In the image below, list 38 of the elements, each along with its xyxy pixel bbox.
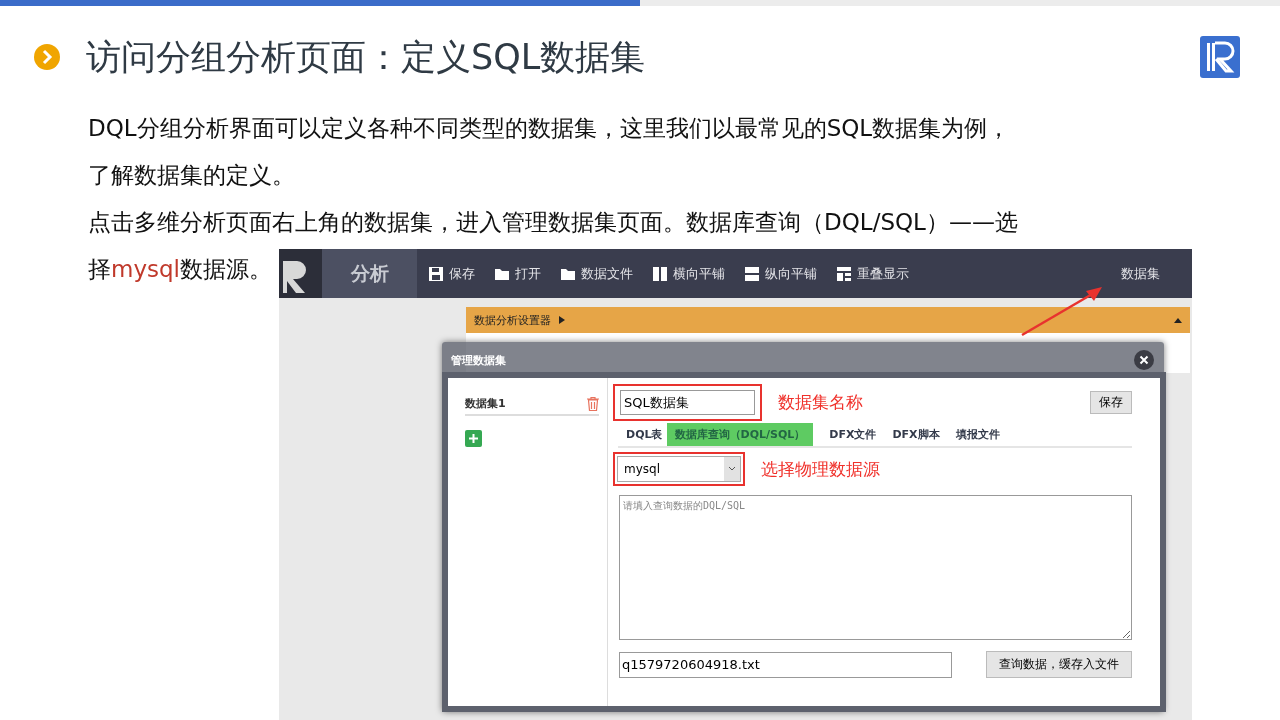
annotation-label: 选择物理数据源 bbox=[761, 457, 880, 481]
paragraph-line: DQL分组分析界面可以定义各种不同类型的数据集，这里我们以最常见的SQL数据集为例， bbox=[88, 114, 1012, 143]
dataset-item[interactable]: 数据集1 bbox=[465, 396, 599, 416]
query-textarea[interactable]: 请填入查询数据的DQL/SQL bbox=[619, 495, 1132, 640]
tab[interactable]: DFX脚本 bbox=[884, 423, 948, 446]
toolbar-button[interactable]: 打开 bbox=[494, 264, 541, 283]
paragraph-line: 点击多维分析页面右上角的数据集，进入管理数据集页面。数据库查询（DQL/SQL）——选 bbox=[88, 208, 1019, 237]
name-field[interactable]: SQL数据集 bbox=[620, 390, 755, 415]
r-logo-icon bbox=[1200, 36, 1240, 78]
paragraph-line: 了解数据集的定义。 bbox=[88, 161, 296, 190]
rows-icon bbox=[744, 265, 760, 282]
tab[interactable]: 填报文件 bbox=[947, 423, 1008, 446]
r-logo-icon bbox=[279, 249, 322, 298]
layout-icon bbox=[836, 265, 852, 282]
toolbar-button[interactable]: 纵向平铺 bbox=[744, 264, 817, 283]
settings-title: 数据分析设置器 bbox=[474, 312, 551, 328]
tab[interactable]: DFX文件 bbox=[821, 423, 885, 446]
toolbar-button[interactable]: 横向平铺 bbox=[652, 264, 725, 283]
toolbar-button[interactable]: 重叠显示 bbox=[836, 264, 909, 283]
toolbar-button[interactable]: 保存 bbox=[428, 264, 475, 283]
chevron-bullet-icon bbox=[34, 44, 60, 70]
trash-icon bbox=[587, 396, 599, 411]
module-tab[interactable]: 分析 bbox=[322, 249, 417, 298]
close-icon bbox=[1134, 350, 1154, 370]
file-name-field[interactable]: q1579720604918.txt bbox=[619, 651, 952, 678]
annotation-label: 数据集名称 bbox=[778, 391, 863, 414]
save-button[interactable]: 保存 bbox=[1090, 391, 1132, 414]
columns-icon bbox=[652, 265, 668, 282]
source-dropdown[interactable]: mysql bbox=[617, 456, 741, 482]
paragraph-line: 择mysql数据源。 bbox=[87, 255, 273, 284]
chevron-down-icon bbox=[724, 457, 740, 481]
slide-title: 访问分组分析页面：定义SQL数据集 bbox=[86, 35, 646, 79]
dataset-link[interactable]: 数据集 bbox=[1121, 264, 1160, 283]
query-button[interactable]: 查询数据，缓存入文件 bbox=[986, 651, 1132, 678]
caret-up-icon bbox=[1174, 317, 1182, 323]
add-icon bbox=[465, 430, 482, 447]
dialog-title: 管理数据集 bbox=[451, 352, 506, 368]
toolbar-button[interactable]: 数据文件 bbox=[560, 264, 633, 283]
